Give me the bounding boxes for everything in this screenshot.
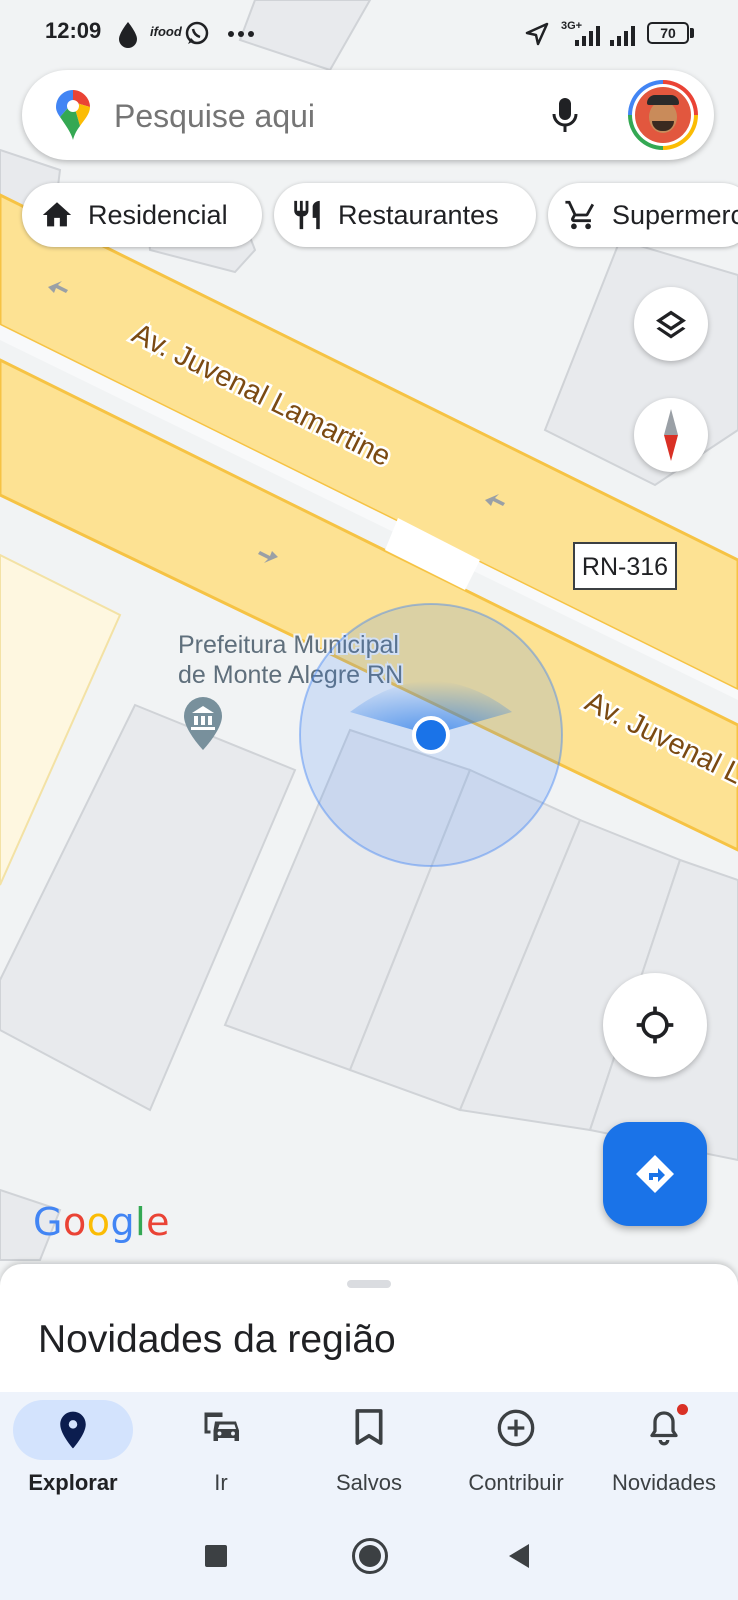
nav-salvos[interactable]: Salvos [295, 1392, 443, 1512]
nav-label: Ir [214, 1470, 228, 1495]
nav-label: Explorar [28, 1470, 118, 1495]
chip-label: Residencial [88, 199, 228, 230]
chip-label: Supermerc [612, 199, 738, 230]
layers-icon [656, 310, 686, 339]
bottom-sheet[interactable]: Novidades da região [0, 1264, 738, 1394]
drop-icon [119, 22, 137, 48]
battery-icon: 70 [647, 22, 689, 44]
battery-level: 70 [660, 25, 676, 41]
nav-label: Novidades [612, 1470, 716, 1495]
cart-icon [565, 200, 595, 230]
nav-contribuir[interactable]: Contribuir [442, 1392, 590, 1512]
compass-button[interactable] [634, 398, 708, 472]
home-button[interactable] [352, 1538, 388, 1574]
home-icon [42, 202, 72, 227]
ifood-icon: ifood [150, 24, 182, 39]
recents-button[interactable] [205, 1545, 227, 1567]
more-dots-icon [228, 31, 254, 37]
avatar-photo [635, 87, 691, 143]
whatsapp-icon [185, 21, 209, 45]
status-bar: 12:09 ifood 3G+ 70 [0, 0, 738, 66]
my-location-button[interactable] [603, 973, 707, 1077]
chip-label: Restaurantes [338, 199, 499, 230]
bookmark-icon [355, 1409, 383, 1445]
bell-icon [650, 1411, 678, 1446]
signal-icon-2 [610, 26, 635, 46]
google-logo: Google Google [33, 1200, 171, 1244]
nav-ir[interactable]: Ir [147, 1392, 295, 1512]
sheet-drag-handle[interactable] [347, 1280, 391, 1288]
system-navigation-bar [0, 1512, 738, 1600]
chip-restaurantes[interactable]: Restaurantes [274, 183, 536, 247]
sheet-title: Novidades da região [38, 1318, 396, 1361]
search-bar[interactable] [22, 70, 714, 160]
my-location-icon [636, 1006, 674, 1044]
avatar[interactable] [628, 80, 698, 150]
commute-icon [204, 1412, 239, 1441]
nav-label: Contribuir [468, 1470, 564, 1495]
chip-supermercados[interactable]: Supermerc [548, 183, 738, 247]
layers-button[interactable] [634, 287, 708, 361]
battery-tip [690, 28, 694, 38]
maps-pin-logo-icon [56, 90, 90, 140]
back-button[interactable] [507, 1542, 531, 1570]
notification-dot [677, 1404, 688, 1415]
nav-label: Salvos [335, 1470, 403, 1495]
location-arrow-icon [525, 22, 549, 46]
directions-button[interactable] [603, 1122, 707, 1226]
signal-icon [575, 26, 600, 46]
explore-pin-icon [60, 1411, 86, 1449]
route-shield-label: RN-316 [582, 553, 668, 581]
chip-residencial[interactable]: Residencial [22, 183, 262, 247]
nav-explorar[interactable]: Explorar [0, 1392, 148, 1512]
route-shield: RN-316 [573, 542, 677, 590]
add-circle-icon [497, 1409, 535, 1447]
bottom-navigation: Explorar Ir Salvos Contribuir Novidades [0, 1392, 738, 1512]
restaurant-icon [294, 200, 320, 230]
nav-novidades[interactable]: Novidades [590, 1392, 738, 1512]
microphone-icon[interactable] [550, 96, 580, 136]
compass-icon [664, 409, 678, 461]
status-time: 12:09 [45, 18, 102, 43]
my-location-dot [412, 716, 450, 754]
search-input[interactable] [112, 92, 536, 140]
directions-icon [636, 1155, 674, 1193]
